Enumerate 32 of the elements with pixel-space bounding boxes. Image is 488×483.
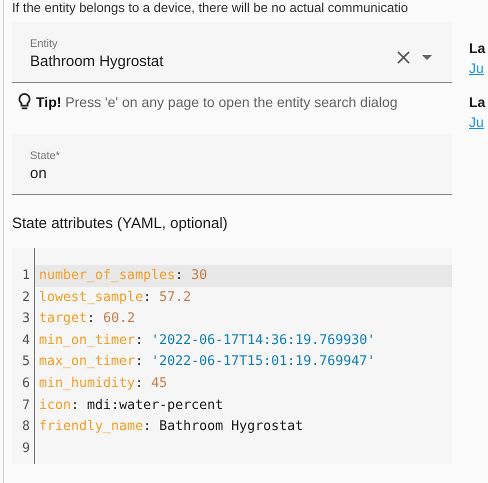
state-field[interactable]: State* on	[12, 134, 452, 195]
line-number: 8	[21, 418, 31, 436]
lightbulb-icon	[18, 93, 31, 111]
entity-field[interactable]: Entity Bathroom Hygrostat	[12, 22, 452, 83]
side-heading: La	[469, 40, 486, 56]
code-line: icon: mdi:water-percent	[39, 398, 224, 413]
line-number: 1	[21, 267, 31, 285]
code-line: min_on_timer: '2022-06-17T14:36:19.769930'	[39, 332, 376, 348]
intro-text: If the entity belongs to a device, there will be no actual communicatio	[12, 0, 409, 16]
code-line: target: 60.2	[39, 311, 136, 326]
clear-icon[interactable]	[397, 50, 410, 64]
line-number: 4	[21, 332, 31, 350]
field-label: Entity	[30, 38, 59, 50]
code-line: max_on_timer: '2022-06-17T15:01:19.769947'	[39, 354, 376, 370]
line-number: 7	[21, 396, 31, 415]
line-number: 3	[21, 310, 31, 328]
side-heading: La	[469, 94, 486, 110]
tip-text: Tip! Press 'e' on any page to open the entity search dialog	[36, 94, 398, 110]
line-number: 6	[21, 374, 31, 393]
line-number: 5	[21, 353, 31, 372]
caret-icon[interactable]	[422, 54, 432, 60]
line-number: 9	[21, 440, 31, 458]
field-value: on	[30, 165, 48, 182]
code-editor[interactable]	[12, 248, 452, 464]
code-line: min_humidity: 45	[39, 376, 168, 391]
line-number: 2	[21, 288, 31, 307]
code-line: number_of_samples: 30	[39, 268, 208, 283]
field-label: State*	[30, 150, 61, 162]
code-line: friendly_name: Bathroom Hygrostat	[39, 419, 304, 434]
code-line: lowest_sample: 57.2	[39, 290, 192, 305]
field-value: Bathroom Hygrostat	[30, 53, 164, 70]
section-label: State attributes (YAML, optional)	[12, 215, 229, 232]
